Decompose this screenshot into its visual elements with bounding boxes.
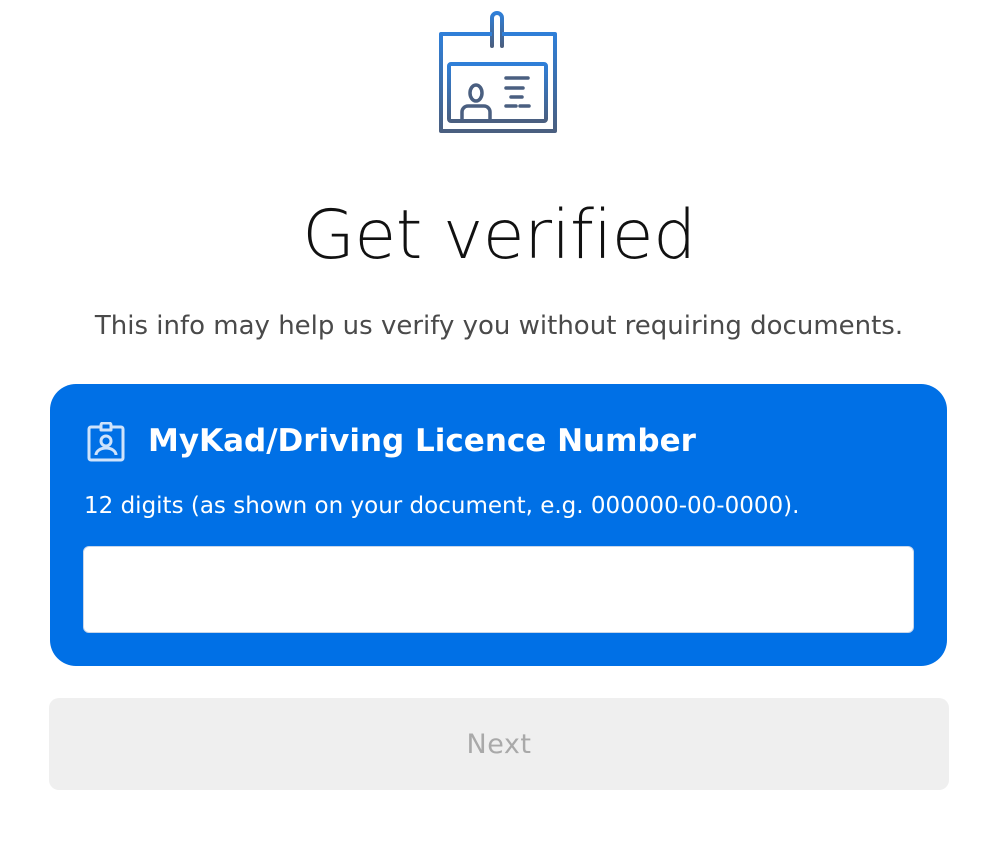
page-subtitle: This info may help us verify you without…	[94, 311, 904, 341]
page-title: Get verified	[302, 196, 696, 275]
id-badge-icon	[436, 8, 560, 136]
id-number-input[interactable]	[83, 546, 914, 633]
card-hint: 12 digits (as shown on your document, e.…	[84, 493, 800, 519]
id-number-card: MyKad/Driving Licence Number 12 digits (…	[50, 384, 947, 666]
id-card-icon	[87, 421, 125, 462]
card-heading: MyKad/Driving Licence Number	[148, 423, 696, 459]
next-button[interactable]: Next	[49, 698, 949, 790]
